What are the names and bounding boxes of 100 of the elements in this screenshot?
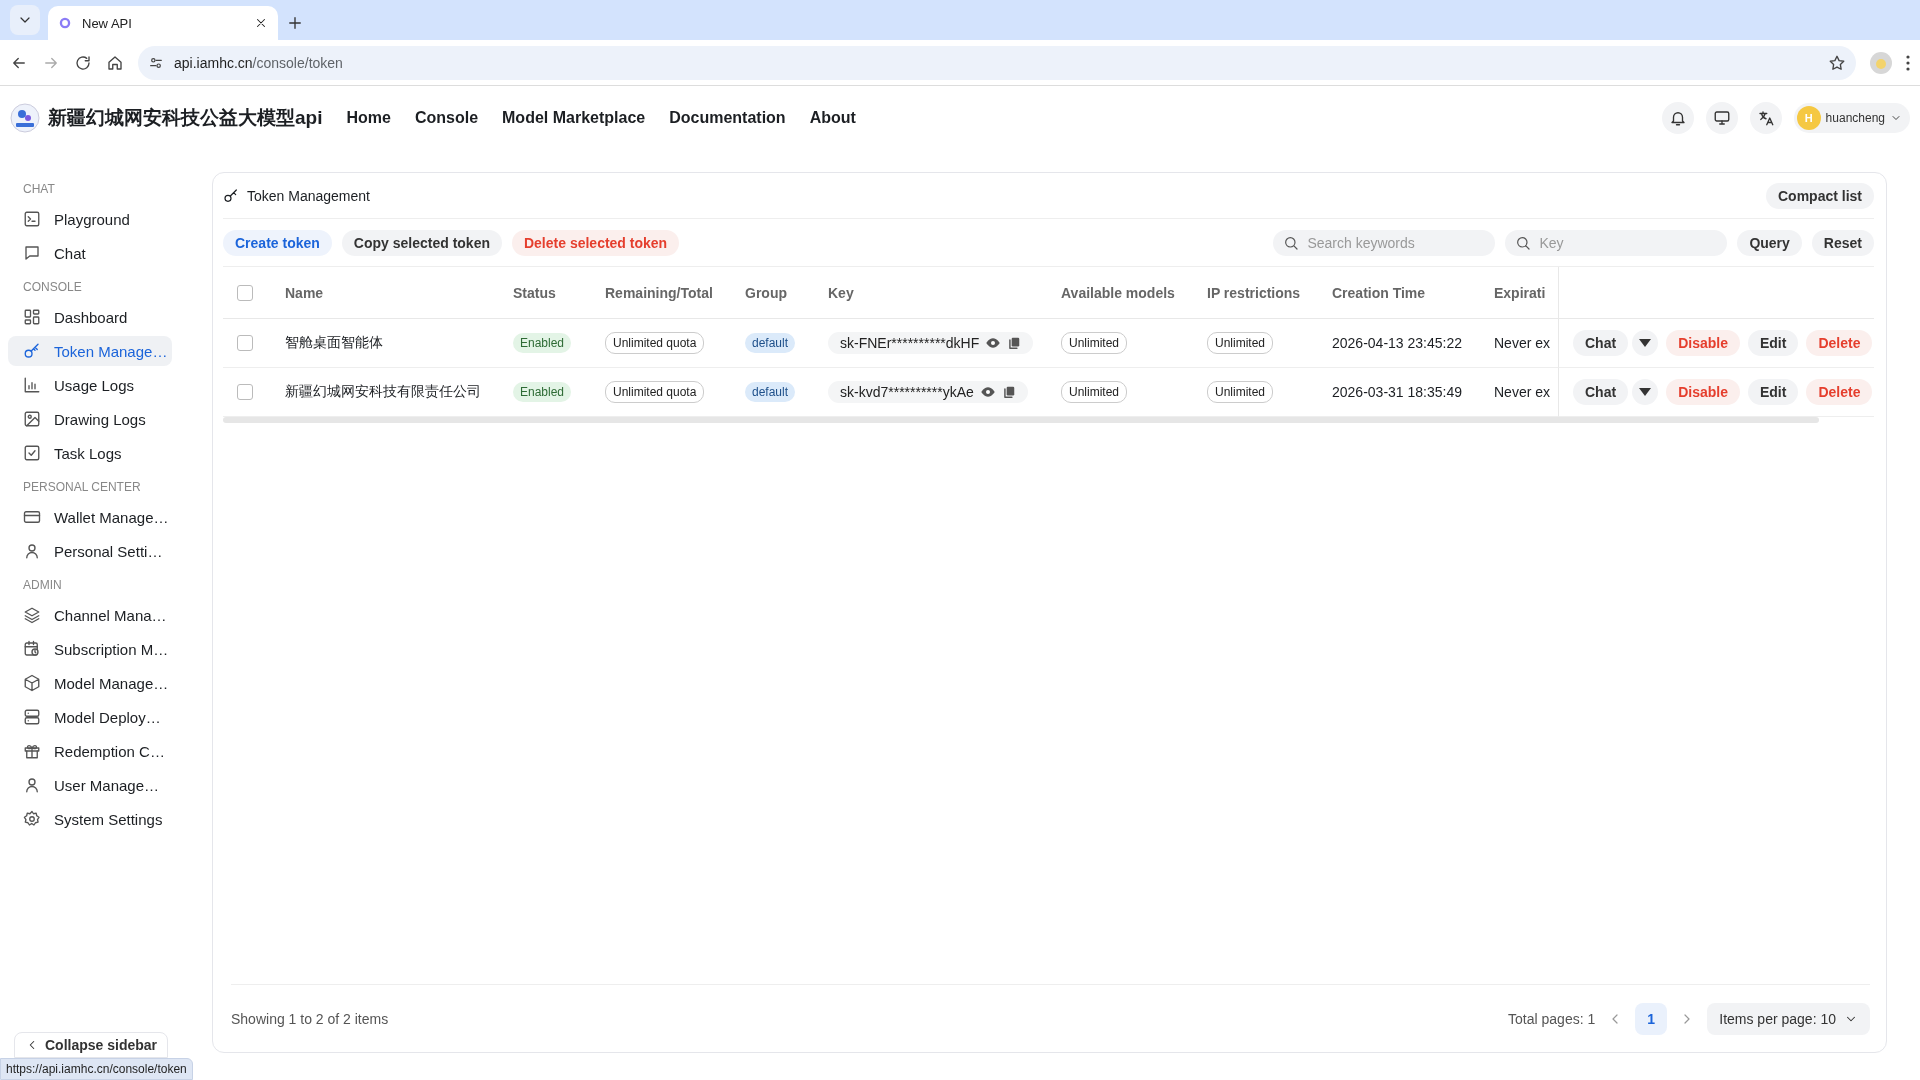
nav-link[interactable]: Home [346,109,391,127]
column-header: Group [745,284,787,301]
sidebar-item[interactable]: Token Manage… [8,336,172,366]
column-header: Key [828,284,854,301]
sidebar-item[interactable]: Subscription M… [8,634,172,664]
dropdown-button[interactable] [1632,379,1659,405]
user-icon [23,542,41,560]
select-all-checkbox[interactable] [237,284,253,301]
row-action-button[interactable]: Disable [1666,379,1740,405]
panel-title: Token Management [247,187,370,204]
monitor-button[interactable] [1705,102,1738,134]
notification-button[interactable] [1661,102,1694,134]
bar-chart-icon [23,376,41,394]
column-header: Remaining/Total [605,284,713,301]
gift-icon [23,742,41,760]
toolbar-button[interactable]: Delete selected token [511,229,680,256]
row-action-button[interactable]: Edit [1747,330,1799,356]
credit-card-icon [23,508,41,526]
dropdown-button[interactable] [1632,330,1659,356]
eye-icon [985,335,1002,351]
pagination-summary: Showing 1 to 2 of 2 items [231,1010,389,1027]
ip-tag: Unlimited [1207,332,1273,354]
collapse-sidebar-button[interactable]: Collapse sidebar [14,1032,169,1058]
toolbar-button[interactable]: Copy selected token [341,229,502,256]
plus-icon [286,14,304,32]
key-field[interactable]: Key [1505,229,1728,256]
grid-icon [23,308,41,326]
sidebar-item[interactable]: Channel Mana… [8,600,172,630]
table-cell: 2026-03-31 18:35:49 [1332,384,1462,400]
key-icon [223,187,239,204]
sidebar-item[interactable]: Chat [8,238,172,268]
sidebar-item[interactable]: Dashboard [8,302,172,332]
user-menu[interactable]: H huancheng [1793,103,1910,133]
nav-link[interactable]: Model Marketplace [502,109,646,127]
section-label: ADMIN [22,577,63,594]
row-checkbox[interactable] [237,335,253,351]
nav-link[interactable]: Documentation [669,109,786,127]
checkbox-icon [23,444,41,462]
star-icon [1828,53,1846,72]
nav-link[interactable]: Console [414,109,479,127]
row-checkbox[interactable] [237,384,253,400]
quota-tag: Unlimited quota [605,332,705,354]
page-size-select[interactable]: Items per page: 10 [1707,1002,1870,1035]
language-button[interactable] [1749,102,1782,134]
sidebar-item[interactable]: Playground [8,204,172,234]
row-action-button[interactable]: Edit [1747,379,1799,405]
ring-icon [58,16,72,30]
sidebar-item[interactable]: Usage Logs [8,370,172,400]
box-icon [23,674,41,692]
key-icon [23,342,41,360]
table-cell: 智舱桌面智能体 [285,334,383,352]
sidebar-item[interactable]: Model Manage… [8,668,172,698]
table-cell: Never ex [1494,384,1551,400]
site-name: 新疆幻城网安科技公益大模型api [48,106,323,130]
logo-icon [10,103,40,133]
group-tag: default [745,333,796,353]
caret-icon [1639,388,1652,396]
caret-icon [1639,339,1652,347]
group-tag: default [745,382,796,402]
ip-tag: Unlimited [1207,381,1273,403]
calendar-clock-icon [23,640,41,658]
page-button[interactable]: 1 [1635,1002,1668,1035]
translate-icon [1756,109,1775,127]
sidebar-item[interactable]: Model Deploy… [8,702,172,732]
row-action-button[interactable]: Delete [1806,379,1873,405]
row-action-button[interactable]: Delete [1806,330,1873,356]
query-button[interactable]: Query [1737,229,1802,256]
gear-icon [23,810,41,828]
nav-link[interactable]: About [809,109,856,127]
image-icon [23,410,41,428]
search-field[interactable]: Search keywords [1273,229,1496,256]
sidebar-item[interactable]: System Settings [8,804,172,834]
key-field: sk-kvd7**********ykAe [828,381,1028,403]
models-tag: Unlimited [1061,332,1127,354]
copy-icon [1007,336,1022,350]
copy-icon [1001,385,1016,399]
chat-button[interactable]: Chat [1573,379,1629,405]
sidebar-item[interactable]: Wallet Manage… [8,502,172,532]
row-action-button[interactable]: Disable [1666,330,1740,356]
sidebar-item[interactable]: Personal Setti… [8,536,172,566]
section-label: CHAT [22,181,56,198]
sidebar-item[interactable]: Task Logs [8,438,172,468]
chat-bubble-icon [23,244,41,262]
column-header: Status [513,284,556,301]
status-tag: Enabled [513,333,572,353]
reset-button[interactable]: Reset [1811,229,1874,256]
total-pages: Total pages: 1 [1508,1010,1596,1027]
address-bar[interactable]: api.iamhc.cn/console/token [138,45,1856,80]
sidebar-item[interactable]: Redemption C… [8,736,172,766]
compact-list-button[interactable]: Compact list [1766,182,1874,209]
table-cell: Never ex [1494,335,1551,351]
sidebar-item[interactable]: User Manage… [8,770,172,800]
more-menu-icon[interactable] [1906,54,1910,71]
chat-button[interactable]: Chat [1573,330,1629,356]
toolbar-button[interactable]: Create token [223,229,332,256]
section-label: CONSOLE [22,279,83,296]
browser-tab[interactable]: New API [48,6,278,40]
terminal-icon [23,210,41,228]
section-label: PERSONAL CENTER [22,479,142,496]
sidebar-item[interactable]: Drawing Logs [8,404,172,434]
